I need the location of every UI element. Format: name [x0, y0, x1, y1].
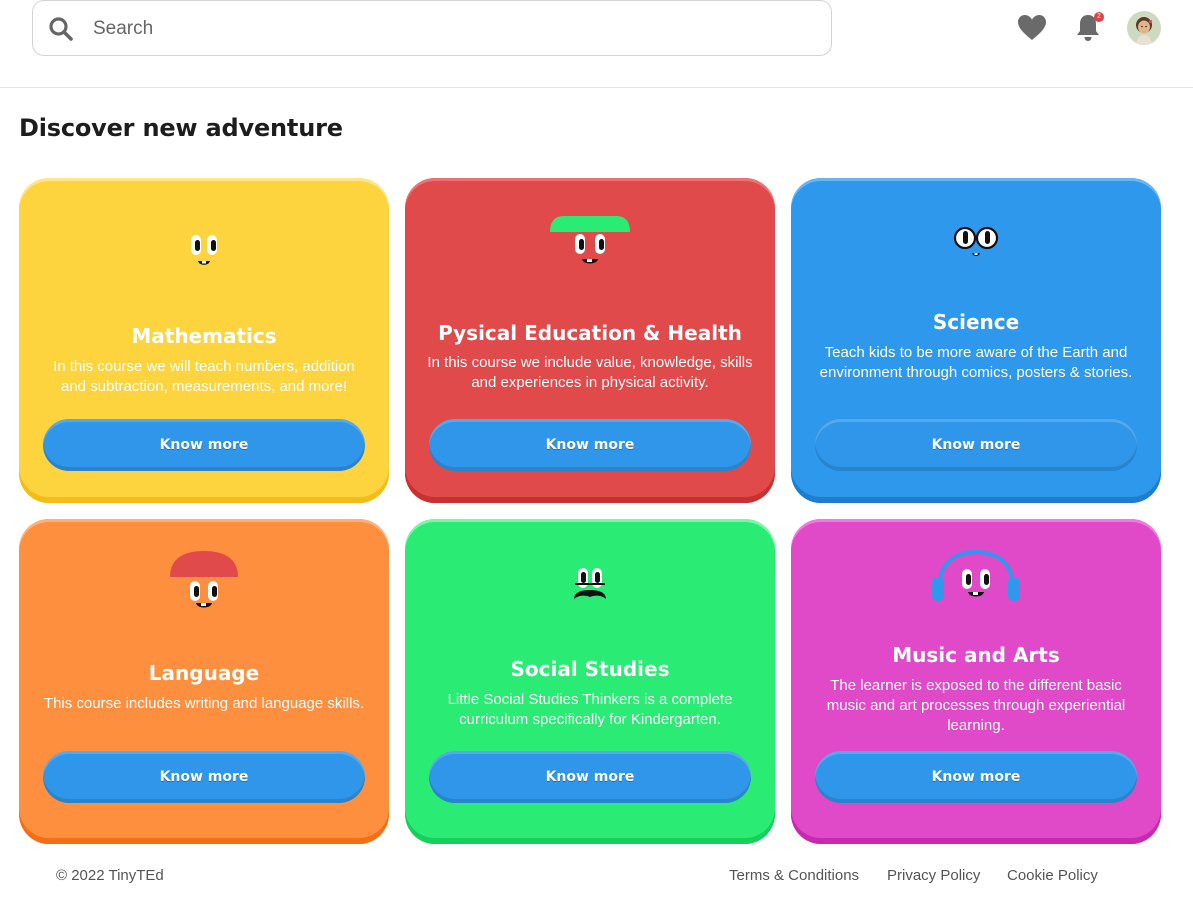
- course-title: Pysical Education & Health: [438, 321, 742, 345]
- course-card-science: Science Teach kids to be more aware of t…: [791, 178, 1161, 503]
- course-card-music-and-arts: Music and Arts The learner is exposed to…: [791, 519, 1161, 844]
- mascot-hat-icon: [170, 551, 238, 608]
- course-card-physical-education: Pysical Education & Health In this cours…: [405, 178, 775, 503]
- heart-icon[interactable]: [1016, 12, 1048, 44]
- know-more-button[interactable]: Know more: [43, 419, 365, 471]
- notification-badge: 2: [1094, 12, 1104, 22]
- cookie-link[interactable]: Cookie Policy: [1007, 867, 1098, 884]
- mascot-face-icon: [191, 235, 217, 265]
- user-avatar[interactable]: [1127, 11, 1161, 45]
- search-bar[interactable]: [32, 0, 832, 56]
- know-more-button[interactable]: Know more: [43, 751, 365, 803]
- course-description: The learner is exposed to the different …: [826, 677, 1126, 734]
- course-description: Little Social Studies Thinkers is a comp…: [447, 691, 733, 728]
- know-more-button[interactable]: Know more: [815, 419, 1137, 471]
- mascot-glasses-icon: [953, 226, 999, 256]
- course-card-mathematics: Mathematics In this course we will teach…: [19, 178, 389, 503]
- top-header: 2: [0, 0, 1193, 88]
- page-title: Discover new adventure: [19, 114, 343, 142]
- course-card-language: Language This course includes writing an…: [19, 519, 389, 844]
- mascot-mustache-icon: [574, 568, 606, 599]
- course-description: Teach kids to be more aware of the Earth…: [819, 344, 1133, 381]
- search-input[interactable]: [93, 9, 793, 49]
- course-title: Mathematics: [131, 324, 277, 348]
- course-card-social-studies: Social Studies Little Social Studies Thi…: [405, 519, 775, 844]
- privacy-link[interactable]: Privacy Policy: [887, 867, 980, 884]
- know-more-button[interactable]: Know more: [815, 751, 1137, 803]
- course-description: This course includes writing and languag…: [43, 695, 365, 712]
- mascot-headphones-icon: [932, 549, 1020, 601]
- know-more-button[interactable]: Know more: [429, 419, 751, 471]
- know-more-button[interactable]: Know more: [429, 751, 751, 803]
- course-title: Social Studies: [510, 657, 670, 681]
- copyright-text: © 2022 TinyTEd: [56, 867, 164, 884]
- course-title: Science: [932, 310, 1020, 334]
- course-title: Music and Arts: [892, 643, 1060, 667]
- terms-link[interactable]: Terms & Conditions: [729, 867, 859, 884]
- course-description: In this course we will teach numbers, ad…: [53, 358, 355, 395]
- course-description: In this course we include value, knowled…: [427, 354, 753, 391]
- search-icon: [49, 17, 73, 41]
- course-title: Language: [148, 661, 260, 685]
- mascot-cap-icon: [550, 216, 630, 264]
